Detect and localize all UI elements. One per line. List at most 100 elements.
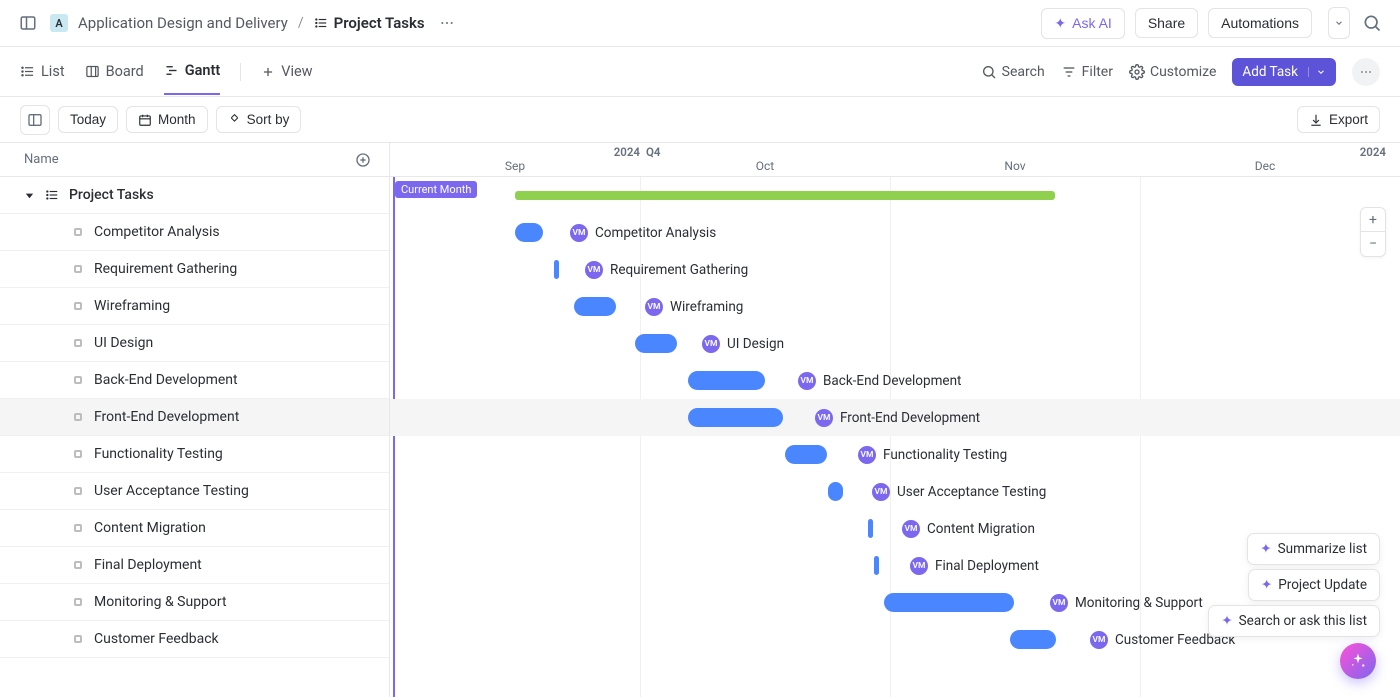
task-row[interactable]: Monitoring & Support [0, 584, 389, 621]
assignee-avatar[interactable]: VM [1090, 631, 1108, 649]
more-icon[interactable] [435, 11, 459, 35]
status-dot[interactable] [74, 635, 82, 643]
gantt-bar[interactable] [688, 371, 765, 390]
gantt-bar[interactable] [828, 482, 843, 501]
assignee-avatar[interactable]: VM [1050, 594, 1068, 612]
task-row[interactable]: Functionality Testing [0, 436, 389, 473]
add-view-button[interactable]: View [261, 49, 312, 94]
assignee-avatar[interactable]: VM [815, 409, 833, 427]
gantt-bar[interactable] [554, 260, 559, 279]
gantt-bar-label: Back-End Development [823, 373, 961, 389]
gantt-group-row [390, 177, 1400, 214]
task-row[interactable]: User Acceptance Testing [0, 473, 389, 510]
tab-gantt-label: Gantt [185, 62, 221, 79]
today-button[interactable]: Today [58, 106, 118, 133]
automations-button[interactable]: Automations [1208, 8, 1312, 38]
status-dot[interactable] [74, 302, 82, 310]
tab-list[interactable]: List [20, 49, 65, 94]
export-button[interactable]: Export [1297, 106, 1380, 133]
name-column-header[interactable]: Name [24, 152, 59, 167]
space-badge[interactable]: A [50, 14, 68, 32]
add-task-dropdown[interactable] [1308, 67, 1326, 77]
gantt-bar[interactable] [688, 408, 783, 427]
gantt-icon [164, 63, 179, 78]
search-list-button[interactable]: ✦ Search or ask this list [1208, 605, 1380, 637]
ai-fab-button[interactable] [1340, 643, 1376, 679]
search-global-icon[interactable] [1360, 11, 1384, 35]
summarize-list-button[interactable]: ✦ Summarize list [1247, 533, 1380, 565]
status-dot[interactable] [74, 598, 82, 606]
assignee-avatar[interactable]: VM [858, 446, 876, 464]
status-dot[interactable] [74, 524, 82, 532]
download-icon [1309, 113, 1323, 127]
ask-ai-label: Ask AI [1072, 15, 1112, 31]
status-dot[interactable] [74, 450, 82, 458]
task-row[interactable]: Content Migration [0, 510, 389, 547]
panel-toggle-button[interactable] [20, 105, 50, 135]
sidebar-toggle-icon[interactable] [16, 11, 40, 35]
assignee-avatar[interactable]: VM [702, 335, 720, 353]
project-update-button[interactable]: ✦ Project Update [1248, 569, 1380, 601]
add-task-button[interactable]: Add Task [1232, 58, 1336, 86]
assignee-avatar[interactable]: VM [872, 483, 890, 501]
share-button[interactable]: Share [1135, 8, 1198, 38]
search-action[interactable]: Search [981, 64, 1045, 80]
task-row[interactable]: Competitor Analysis [0, 214, 389, 251]
gantt-bar[interactable] [515, 223, 543, 242]
month-select[interactable]: Month [126, 106, 208, 133]
gantt-bar-meta: VMContent Migration [902, 519, 1035, 538]
assignee-avatar[interactable]: VM [910, 557, 928, 575]
gantt-bar[interactable] [884, 593, 1014, 612]
gantt-row: VM Front-End Development [390, 399, 1400, 436]
automations-dropdown[interactable] [1328, 7, 1350, 39]
gantt-bar[interactable] [574, 297, 616, 316]
tab-gantt[interactable]: Gantt [164, 48, 221, 95]
gantt-bar[interactable] [785, 445, 827, 464]
task-row[interactable]: Customer Feedback [0, 621, 389, 658]
task-row[interactable]: Final Deployment [0, 547, 389, 584]
assignee-avatar[interactable]: VM [645, 298, 663, 316]
zoom-out-button[interactable]: − [1361, 232, 1385, 256]
task-row[interactable]: Wireframing [0, 288, 389, 325]
add-column-button[interactable] [355, 152, 371, 168]
task-row[interactable]: Front-End Development [0, 399, 389, 436]
sort-by-button[interactable]: Sort by [216, 106, 302, 133]
task-list-pane: Name Project Tasks Competitor AnalysisRe… [0, 143, 390, 697]
gantt-bar[interactable] [1010, 630, 1056, 649]
task-row[interactable]: Back-End Development [0, 362, 389, 399]
assignee-avatar[interactable]: VM [902, 520, 920, 538]
add-task-label: Add Task [1242, 64, 1298, 80]
task-row[interactable]: Requirement Gathering [0, 251, 389, 288]
status-dot[interactable] [74, 487, 82, 495]
group-progress-bar[interactable] [515, 191, 1055, 200]
status-dot[interactable] [74, 561, 82, 569]
sort-icon [228, 113, 241, 126]
group-row[interactable]: Project Tasks [0, 177, 389, 214]
zoom-in-button[interactable]: + [1361, 208, 1385, 232]
gantt-bar-label: Front-End Development [840, 410, 980, 426]
filter-action[interactable]: Filter [1061, 64, 1113, 80]
ask-ai-button[interactable]: ✦ Ask AI [1041, 8, 1124, 39]
topbar-right: ✦ Ask AI Share Automations [1041, 7, 1384, 39]
status-dot[interactable] [74, 376, 82, 384]
gantt-bar[interactable] [868, 519, 873, 538]
task-row[interactable]: UI Design [0, 325, 389, 362]
gantt-bar-meta: VM User Acceptance Testing [872, 482, 1046, 501]
status-dot[interactable] [74, 413, 82, 421]
status-dot[interactable] [74, 228, 82, 236]
overflow-button[interactable] [1352, 58, 1380, 86]
viewbar: List Board Gantt View Search Filter Cust… [0, 47, 1400, 97]
gantt-bar[interactable] [874, 556, 879, 575]
status-dot[interactable] [74, 339, 82, 347]
breadcrumb-space[interactable]: Application Design and Delivery [78, 14, 288, 32]
gantt-bar-meta: VMMonitoring & Support [1050, 593, 1203, 612]
assignee-avatar[interactable]: VM [570, 224, 588, 242]
gantt-bar-label: User Acceptance Testing [897, 484, 1046, 500]
breadcrumb-current[interactable]: Project Tasks [314, 14, 425, 32]
customize-action[interactable]: Customize [1129, 64, 1216, 80]
assignee-avatar[interactable]: VM [798, 372, 816, 390]
status-dot[interactable] [74, 265, 82, 273]
tab-board[interactable]: Board [85, 49, 144, 94]
assignee-avatar[interactable]: VM [585, 261, 603, 279]
gantt-bar[interactable] [635, 334, 677, 353]
